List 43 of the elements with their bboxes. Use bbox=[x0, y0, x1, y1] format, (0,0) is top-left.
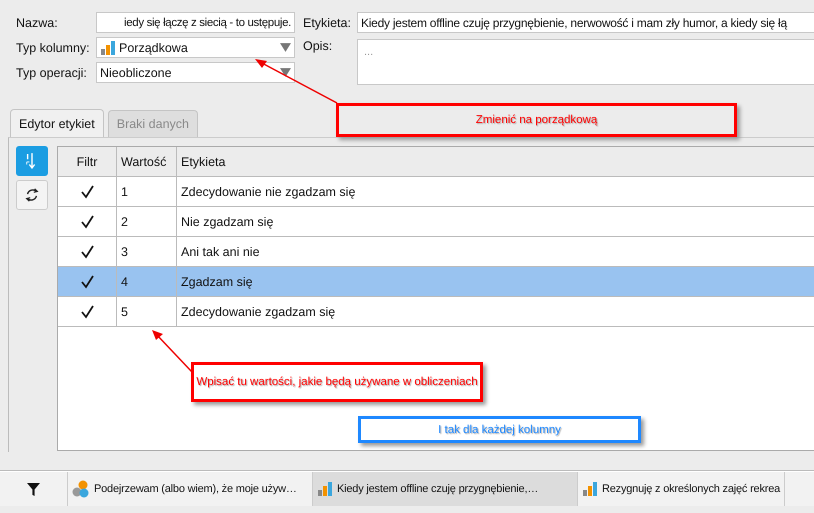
bar-chart-icon bbox=[582, 481, 598, 497]
table-cell: Zgadzam się bbox=[181, 274, 253, 288]
table-cell: Ani tak ani nie bbox=[181, 244, 260, 258]
bar-chart-icon bbox=[317, 481, 333, 497]
column-tab[interactable]: Rezygnuję z określonych zajęć rekrea bbox=[578, 472, 786, 506]
table-cell: Zdecydowanie nie zgadzam się bbox=[181, 184, 356, 198]
table-cell: 3 bbox=[121, 244, 128, 258]
field-label: Nazwa: bbox=[16, 16, 59, 30]
table-cell: Zdecydowanie zgadzam się bbox=[181, 304, 336, 318]
field-label: Typ operacji: bbox=[16, 66, 88, 80]
tab[interactable]: Edytor etykiet bbox=[10, 109, 104, 137]
table-cell: Nie zgadzam się bbox=[181, 214, 274, 228]
callout-box: Zmienić na porządkową bbox=[336, 103, 737, 137]
field-label: Opis: bbox=[303, 39, 334, 53]
table-cell: 4 bbox=[121, 274, 128, 288]
table-cell: 5 bbox=[121, 304, 128, 318]
field-label: Typ kolumny: bbox=[16, 40, 91, 54]
table-cell: 2 bbox=[121, 214, 128, 228]
bar-chart-icon bbox=[100, 40, 116, 56]
column-tab[interactable]: Kiedy jestem offline czuję przygnębienie,… bbox=[313, 472, 578, 506]
arrow bbox=[151, 329, 193, 373]
table-row[interactable]: 5 Zdecydowanie zgadzam się bbox=[58, 297, 814, 327]
callout-box: Wpisać tu wartości, jakie będą używane w obliczeniach bbox=[191, 362, 483, 402]
table-row[interactable]: 2 Nie zgadzam się bbox=[58, 207, 814, 237]
dropdown-arrow-icon bbox=[280, 68, 291, 77]
name-field[interactable]: iedy się łączę z siecią - to ustępuje. bbox=[96, 12, 295, 33]
label-field[interactable]: Kiedy jestem offline czuję przygnębienie, nerwowość i mam zły humor, a kiedy się łą bbox=[357, 12, 814, 33]
renumber-button[interactable] bbox=[16, 180, 48, 210]
description-field[interactable]: ... bbox=[357, 39, 814, 85]
table-row[interactable]: 1 Zdecydowanie nie zgadzam się bbox=[58, 177, 814, 207]
operation-type-dropdown[interactable]: Nieobliczone bbox=[96, 62, 295, 83]
circular-arrows-icon bbox=[24, 186, 40, 204]
dropdown-arrow-icon bbox=[280, 43, 291, 52]
table-cell: 1 bbox=[121, 184, 128, 198]
field-label: Etykieta: bbox=[303, 16, 352, 30]
callout-box: I tak dla każdej kolumny bbox=[358, 416, 641, 443]
column-type-dropdown[interactable]: Porządkowa bbox=[96, 37, 295, 58]
column-header[interactable]: Wartość bbox=[117, 147, 177, 176]
table-row[interactable]: 4 Zgadzam się bbox=[58, 267, 814, 297]
filter-icon bbox=[27, 482, 40, 496]
column-header[interactable]: Etykieta bbox=[177, 147, 814, 176]
column-header[interactable]: Filtr bbox=[58, 147, 117, 176]
circles-icon bbox=[72, 480, 90, 498]
